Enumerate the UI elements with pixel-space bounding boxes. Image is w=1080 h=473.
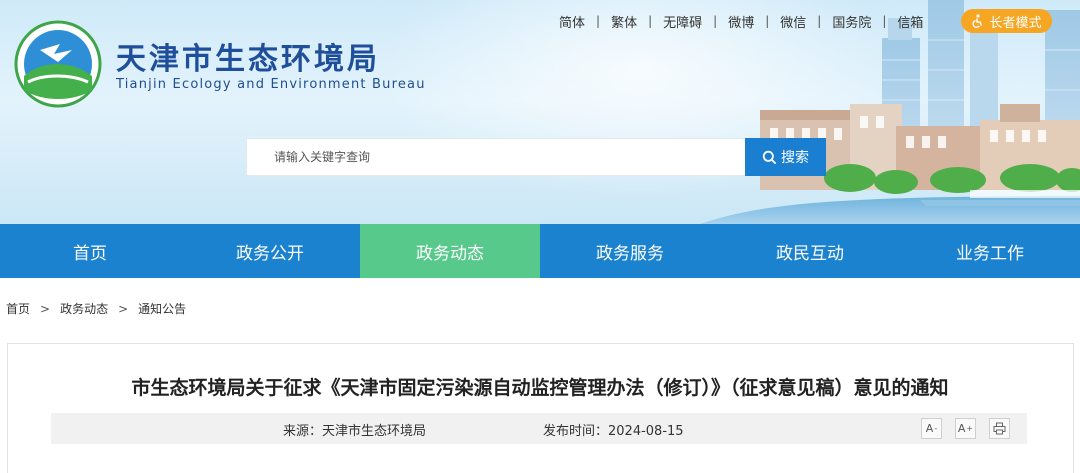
font-larger-glyph: A [957,422,966,435]
search-button-label: 搜索 [781,150,809,166]
nav-business-work[interactable]: 业务工作 [900,224,1080,278]
site-header: 天津市生态环境局 Tianjin Ecology and Environment… [0,0,1080,224]
print-button[interactable] [989,418,1010,439]
link-traditional[interactable]: 繁体 [600,12,648,31]
font-smaller-button[interactable]: A- [921,418,942,439]
site-subtitle: Tianjin Ecology and Environment Bureau [116,77,426,92]
breadcrumb-home[interactable]: 首页 [6,300,30,317]
nav-interaction[interactable]: 政民互动 [720,224,900,278]
article-source: 来源：天津市生态环境局 [283,424,427,439]
bureau-logo [14,20,102,108]
nav-gov-services[interactable]: 政务服务 [540,224,720,278]
article-title: 市生态环境局关于征求《天津市固定污染源自动监控管理办法（修订）》（征求意见稿）意… [131,377,949,399]
minus-glyph: - [934,424,938,433]
article-meta-bar: 来源：天津市生态环境局 发布时间：2024-08-15 A- A + [51,413,1027,444]
breadcrumb-separator: > [40,301,51,316]
link-accessibility[interactable]: 无障碍 [652,12,713,31]
font-larger-button[interactable]: A + [955,418,976,439]
breadcrumb-gov-news[interactable]: 政务动态 [60,300,108,317]
font-smaller-glyph: A [925,422,934,435]
search-input[interactable] [247,139,745,175]
main-nav: 首页 政务公开 政务动态 政务服务 政民互动 业务工作 [0,224,1080,278]
breadcrumb: 首页 > 政务动态 > 通知公告 [6,300,186,317]
link-wechat[interactable]: 微信 [769,12,817,31]
site-title: 天津市生态环境局 [116,42,380,77]
search-box [246,138,746,176]
link-state-council[interactable]: 国务院 [821,12,882,31]
breadcrumb-notices[interactable]: 通知公告 [138,300,186,317]
elder-mode-button[interactable]: 长者模式 [961,9,1052,33]
link-mailbox[interactable]: 信箱 [886,12,934,31]
nav-home[interactable]: 首页 [0,224,180,278]
breadcrumb-separator: > [118,301,129,316]
city-skyline-image [700,0,1080,224]
nav-gov-affairs-open[interactable]: 政务公开 [180,224,360,278]
search-icon [762,150,777,164]
plus-glyph: + [966,424,974,433]
link-simplified[interactable]: 简体 [548,12,596,31]
link-weibo[interactable]: 微博 [717,12,765,31]
article-panel [7,343,1074,473]
accessibility-icon [972,14,983,28]
print-icon [993,422,1006,435]
search-button[interactable]: 搜索 [745,138,826,176]
article-publish-date: 发布时间：2024-08-15 [543,424,684,439]
top-links-bar: 简体 | 繁体 | 无障碍 | 微博 | 微信 | 国务院 | 信箱 [548,12,934,31]
elder-mode-label: 长者模式 [989,15,1042,31]
nav-gov-news[interactable]: 政务动态 [360,224,540,278]
